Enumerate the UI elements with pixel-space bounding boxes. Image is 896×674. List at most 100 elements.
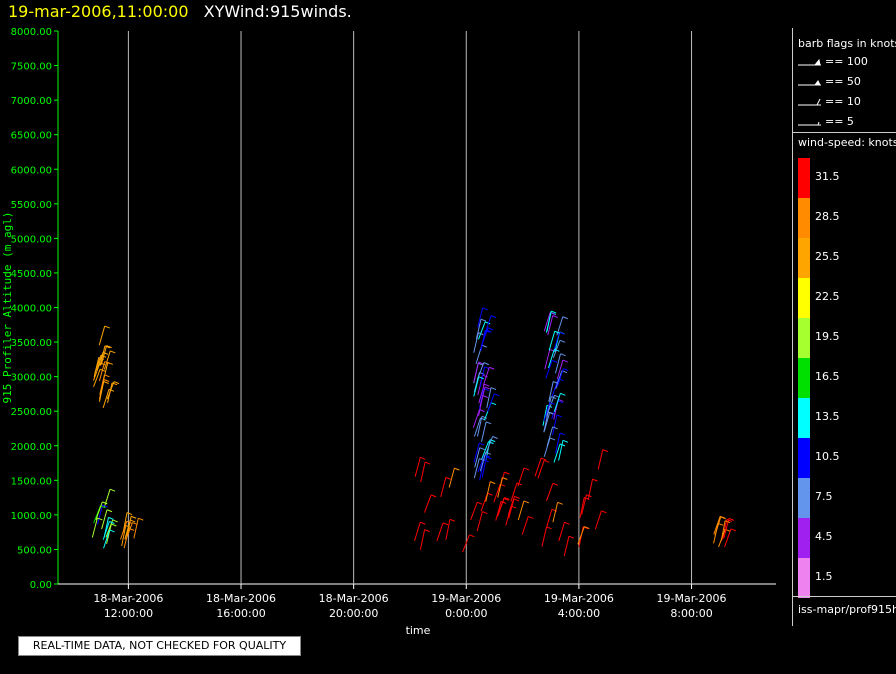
wind-barb <box>521 516 529 535</box>
barb-legend-item: == 5 <box>825 115 854 128</box>
wind-barb <box>563 536 570 557</box>
x-tick-date: 18-Mar-2006 <box>206 592 276 605</box>
wind-barb-flag <box>490 402 497 406</box>
wind-barb-flag <box>562 316 568 320</box>
y-tick-label: 7500.00 <box>11 62 52 73</box>
speed-label: 16.5 <box>815 370 840 383</box>
wind-barb <box>436 522 444 542</box>
wind-barb-flag <box>560 353 566 357</box>
x-axis-label: time <box>406 624 431 637</box>
wind-barb <box>552 414 558 436</box>
wind-barb <box>594 510 602 530</box>
wind-barb-flag <box>111 523 117 527</box>
x-tick-date: 19-Mar-2006 <box>431 592 501 605</box>
speed-swatch <box>798 358 810 398</box>
wind-barb-cluster <box>91 488 118 549</box>
speed-label: 31.5 <box>815 170 840 183</box>
legend-panel: barb flags in knots == 100 == 50 == 10 =… <box>792 28 896 626</box>
wind-barb-flag <box>554 394 560 398</box>
wind-barb-flag <box>103 379 110 382</box>
wind-barb-flag <box>557 501 563 505</box>
wind-barb-flag <box>552 482 559 486</box>
quality-notice: REAL-TIME DATA, NOT CHECKED FOR QUALITY <box>18 636 301 656</box>
y-tick-label: 4000.00 <box>11 304 52 315</box>
speed-label: 19.5 <box>815 330 840 343</box>
wind-barb-flag <box>487 492 493 496</box>
x-tick-date: 19-Mar-2006 <box>544 592 614 605</box>
y-tick-label: 1000.00 <box>11 511 52 522</box>
wind-barb-flag <box>730 528 737 532</box>
wind-barb-flag <box>102 501 108 505</box>
speed-swatch <box>798 438 810 478</box>
y-tick-label: 500.00 <box>17 545 52 556</box>
wind-barb <box>476 511 483 532</box>
wind-barb-flag <box>485 421 492 425</box>
wind-barb-flag <box>494 393 500 397</box>
wind-barb <box>480 421 487 442</box>
wind-barb-flag <box>490 481 496 485</box>
wind-barb <box>419 529 426 551</box>
x-tick-date: 19-Mar-2006 <box>657 592 727 605</box>
speed-label: 28.5 <box>815 210 840 223</box>
speed-legend-title: wind-speed: knots <box>798 136 896 149</box>
wind-barb-flag <box>556 414 563 418</box>
wind-barb <box>414 457 421 477</box>
x-tick-time: 4:00:00 <box>558 607 600 620</box>
wind-barb-flag <box>109 488 116 492</box>
wind-barb-flag <box>103 381 109 384</box>
wind-barb <box>103 489 111 508</box>
wind-barb-flag <box>523 500 530 504</box>
wind-barb-flag <box>484 386 491 390</box>
legend-divider <box>793 132 896 133</box>
y-tick-label: 2000.00 <box>11 442 52 453</box>
wind-barb-flag <box>112 519 118 523</box>
wind-barb-flag <box>449 518 456 522</box>
wind-barb-flag <box>486 456 492 460</box>
wind-barb <box>414 522 421 542</box>
wind-barb <box>424 494 432 513</box>
wind-barb-flag <box>552 426 558 430</box>
wind-barb <box>440 477 447 498</box>
y-axis-label: 915 Profiler Altitude (m agl) <box>1 211 14 403</box>
wind-barb-flag <box>568 535 575 539</box>
wind-barb-cluster <box>120 512 144 549</box>
x-tick-date: 18-Mar-2006 <box>319 592 389 605</box>
wind-barb-flag <box>560 392 566 396</box>
wind-barb <box>548 331 556 351</box>
wind-barb-flag <box>482 511 488 515</box>
barb-legend-title: barb flags in knots <box>798 37 896 50</box>
wind-barb-flag <box>109 529 115 533</box>
speed-swatch <box>798 398 810 438</box>
wind-barb <box>545 483 554 502</box>
wind-barb <box>133 518 139 539</box>
speed-label: 10.5 <box>815 450 840 463</box>
wind-barb <box>558 440 564 461</box>
wind-barb <box>552 502 559 523</box>
wind-barb-flag <box>592 478 598 482</box>
wind-barb-cluster <box>713 515 737 548</box>
wind-barb-flag <box>424 529 430 533</box>
wind-barb <box>448 468 455 488</box>
x-tick-time: 12:00:00 <box>104 607 153 620</box>
wind-barb <box>541 526 548 547</box>
wind-profile-plot: 0.00 500.00 1000.00 1500.00 2000.00 2500.00 30… <box>1 27 776 637</box>
y-tick-label: 4500.00 <box>11 269 52 280</box>
speed-label: 4.5 <box>815 530 833 543</box>
wind-barb <box>551 378 559 397</box>
wind-barb-flag <box>513 498 520 502</box>
wind-barb-flag <box>487 327 494 331</box>
y-tick-label: 5500.00 <box>11 200 52 211</box>
wind-barb-flag <box>430 494 437 498</box>
wind-barb-cluster <box>542 310 569 463</box>
wind-barb-flag <box>126 512 133 516</box>
wind-barb-cluster <box>93 325 120 409</box>
wind-barb <box>473 332 479 353</box>
wind-barb <box>517 467 525 487</box>
y-tick-label: 6500.00 <box>11 131 52 142</box>
x-tick-time: 0:00:00 <box>445 607 487 620</box>
wind-barb-flag <box>445 476 452 480</box>
wind-barb-flag <box>113 381 120 385</box>
speed-swatch <box>798 318 810 358</box>
wind-barb <box>470 502 478 521</box>
wind-barb-flag <box>110 350 116 354</box>
